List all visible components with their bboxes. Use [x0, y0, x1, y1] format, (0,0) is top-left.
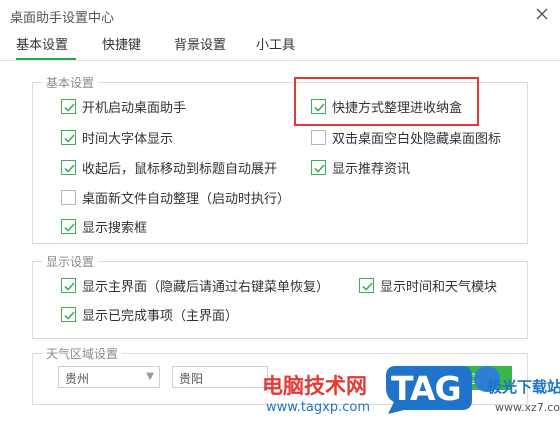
checkbox-label: 显示已完成事项（主界面）	[82, 308, 239, 324]
tab-basic-settings[interactable]: 基本设置	[16, 34, 76, 60]
checkbox-box[interactable]	[359, 277, 374, 293]
watermark-right-text: 极光下载站	[487, 378, 560, 396]
close-button[interactable]	[530, 2, 554, 26]
checkbox-box[interactable]	[61, 159, 76, 175]
title-bar: 桌面助手设置中心	[0, 0, 560, 28]
checkbox-label: 双击桌面空白处隐藏桌面图标	[332, 131, 502, 147]
checkbox-box[interactable]	[61, 306, 76, 322]
checkbox-show-news[interactable]: 显示推荐资讯	[311, 158, 411, 177]
check-icon	[64, 310, 75, 320]
check-icon	[362, 281, 373, 291]
checkbox-show-completed[interactable]: 显示已完成事项（主界面）	[61, 305, 239, 324]
tab-divider	[0, 60, 560, 61]
check-icon	[314, 163, 325, 173]
checkbox-auto-organize-new-files[interactable]: 桌面新文件自动整理（启动时执行）	[61, 188, 291, 207]
checkbox-label: 显示时间和天气模块	[380, 279, 498, 295]
display-settings-group	[32, 261, 528, 339]
checkbox-box[interactable]	[61, 189, 76, 205]
display-settings-title: 显示设置	[42, 253, 99, 270]
checkbox-show-main-ui[interactable]: 显示主界面（隐藏后请通过右键菜单恢复）	[61, 276, 330, 295]
checkbox-show-time-weather[interactable]: 显示时间和天气模块	[359, 276, 498, 295]
watermark-site-name: 电脑技术网	[262, 374, 367, 398]
checkbox-doubleclick-hide[interactable]: 双击桌面空白处隐藏桌面图标	[311, 128, 502, 147]
watermark-right-url: www.xz7.com	[495, 401, 560, 414]
checkbox-box[interactable]	[311, 159, 326, 175]
checkbox-auto-expand[interactable]: 收起后，鼠标移动到标题自动展开	[61, 158, 278, 177]
checkbox-autostart[interactable]: 开机启动桌面助手	[61, 97, 187, 116]
checkbox-show-search[interactable]: 显示搜索框	[61, 217, 148, 236]
logo-text: TAG	[391, 369, 462, 408]
city-value: 贵阳	[179, 372, 204, 386]
checkbox-label: 显示推荐资讯	[332, 161, 411, 177]
dropdown-arrow-icon: ▼	[146, 371, 154, 382]
checkbox-box[interactable]	[311, 129, 326, 145]
check-icon	[64, 102, 75, 112]
check-icon	[64, 163, 75, 173]
checkbox-label: 桌面新文件自动整理（启动时执行）	[82, 191, 291, 207]
province-select[interactable]: 贵州 ▼	[58, 366, 160, 388]
checkbox-label: 时间大字体显示	[82, 131, 174, 147]
province-value: 贵州	[65, 372, 90, 386]
window-title: 桌面助手设置中心	[10, 11, 115, 26]
city-select[interactable]: 贵阳	[172, 366, 268, 388]
checkbox-label: 显示主界面（隐藏后请通过右键菜单恢复）	[82, 279, 330, 295]
close-icon	[536, 8, 548, 20]
check-icon	[64, 222, 75, 232]
checkbox-label: 开机启动桌面助手	[82, 100, 187, 116]
check-icon	[64, 281, 75, 291]
checkbox-label: 收起后，鼠标移动到标题自动展开	[82, 161, 278, 177]
checkbox-label: 显示搜索框	[82, 220, 148, 236]
basic-settings-title: 基本设置	[42, 74, 99, 91]
check-icon	[64, 133, 75, 143]
highlight-box	[294, 77, 479, 126]
weather-settings-title: 天气区域设置	[42, 345, 123, 362]
checkbox-box[interactable]	[61, 129, 76, 145]
tab-background[interactable]: 背景设置	[174, 34, 226, 60]
watermark-logo: TAG	[382, 362, 474, 414]
tab-widgets[interactable]: 小工具	[256, 34, 295, 60]
checkbox-large-time-font[interactable]: 时间大字体显示	[61, 128, 174, 147]
checkbox-box[interactable]	[61, 218, 76, 234]
checkbox-box[interactable]	[61, 277, 76, 293]
watermark-site-url: www.tagxp.com	[266, 400, 370, 415]
tab-shortcuts[interactable]: 快捷键	[102, 34, 141, 60]
checkbox-box[interactable]	[61, 98, 76, 114]
